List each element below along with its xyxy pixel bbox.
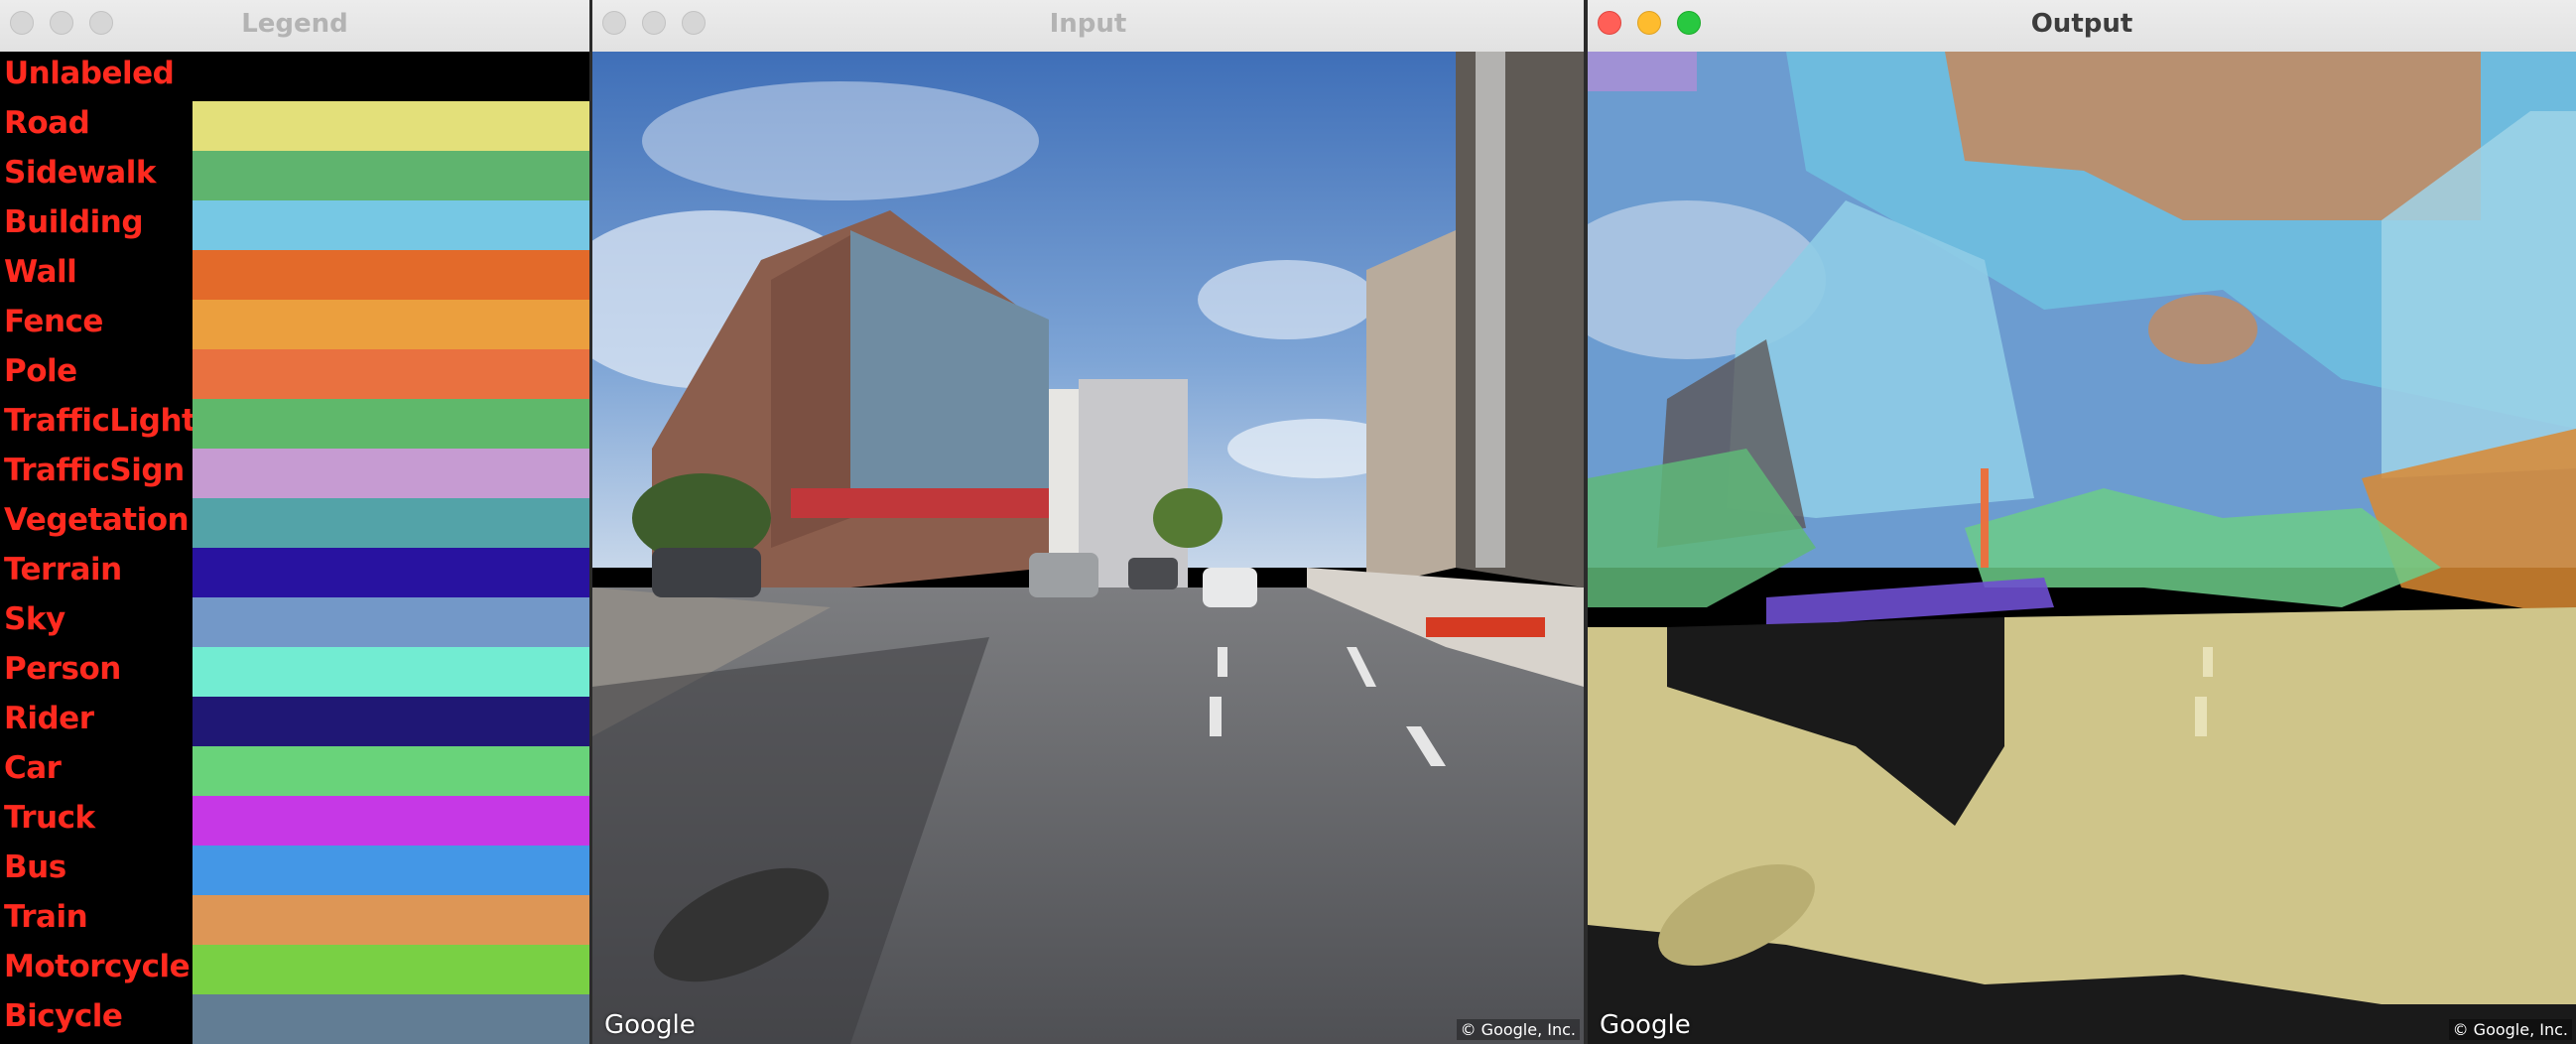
- legend-label: Wall: [4, 254, 77, 290]
- legend-row: Terrain: [0, 548, 589, 597]
- legend-color-swatch: [193, 399, 589, 449]
- legend-color-swatch: [193, 846, 589, 895]
- legend-row: TrafficSign: [0, 449, 589, 498]
- legend-row: Train: [0, 895, 589, 945]
- legend-label: TrafficLight: [4, 403, 196, 439]
- copyright-label: © Google, Inc.: [1456, 1019, 1580, 1040]
- legend-row: Bus: [0, 846, 589, 895]
- output-window: Output Google © Google, Inc.: [1588, 0, 2576, 1044]
- legend-color-swatch: [193, 300, 589, 349]
- legend-row: Sidewalk: [0, 151, 589, 200]
- legend-color-swatch: [193, 498, 589, 548]
- legend-label: Pole: [4, 353, 77, 389]
- legend-label: Fence: [4, 304, 103, 339]
- legend-label: Unlabeled: [4, 56, 175, 91]
- legend-row: Person: [0, 647, 589, 697]
- legend-color-swatch: [193, 449, 589, 498]
- legend-color-swatch: [193, 151, 589, 200]
- legend-color-swatch: [193, 796, 589, 846]
- legend-color-swatch: [193, 994, 589, 1044]
- legend-label: Train: [4, 899, 88, 935]
- input-window: Input Google © Google, Inc.: [592, 0, 1584, 1044]
- window-title: Input: [1049, 9, 1127, 39]
- google-watermark: Google: [604, 1010, 696, 1040]
- legend-row: Unlabeled: [0, 52, 589, 101]
- legend-label: Truck: [4, 800, 95, 836]
- output-image: Google © Google, Inc.: [1588, 52, 2576, 1044]
- legend-label: Sidewalk: [4, 155, 156, 191]
- legend-label: Rider: [4, 701, 94, 736]
- legend-label: Terrain: [4, 552, 122, 587]
- legend-color-swatch: [193, 597, 589, 647]
- legend-row: Rider: [0, 697, 589, 746]
- legend-color-swatch: [193, 746, 589, 796]
- legend-label: Building: [4, 204, 144, 240]
- legend-label: Sky: [4, 601, 65, 637]
- legend-row: Bicycle: [0, 994, 589, 1044]
- copyright-label: © Google, Inc.: [2448, 1019, 2572, 1040]
- legend-window: Legend Unlabeled Road Sidewalk Building Wall…: [0, 0, 589, 1044]
- legend-row: Motorcycle: [0, 945, 589, 994]
- legend-label: Road: [4, 105, 90, 141]
- legend-color-swatch: [193, 101, 589, 151]
- legend-label: Person: [4, 651, 121, 687]
- legend-label: Bus: [4, 849, 66, 885]
- legend-row: Road: [0, 101, 589, 151]
- legend-label: Car: [4, 750, 62, 786]
- output-titlebar[interactable]: Output: [1588, 0, 2576, 53]
- legend-list: Unlabeled Road Sidewalk Building Wall Fence Po…: [0, 52, 589, 1044]
- segmentation-overlay: [1588, 52, 2576, 1044]
- legend-label: Vegetation: [4, 502, 190, 538]
- legend-color-swatch: [193, 895, 589, 945]
- google-watermark: Google: [1600, 1010, 1691, 1040]
- legend-color-swatch: [193, 200, 589, 250]
- legend-row: TrafficLight: [0, 399, 589, 449]
- legend-row: Wall: [0, 250, 589, 300]
- street-photo: [592, 52, 1584, 1044]
- legend-color-swatch: [193, 349, 589, 399]
- legend-color-swatch: [193, 548, 589, 597]
- legend-titlebar[interactable]: Legend: [0, 0, 589, 53]
- legend-row: Building: [0, 200, 589, 250]
- input-image: Google © Google, Inc.: [592, 52, 1584, 1044]
- legend-row: Vegetation: [0, 498, 589, 548]
- legend-label: Motorcycle: [4, 949, 191, 984]
- legend-label: TrafficSign: [4, 453, 185, 488]
- legend-row: Pole: [0, 349, 589, 399]
- legend-row: Sky: [0, 597, 589, 647]
- window-title: Legend: [241, 9, 348, 39]
- legend-color-swatch: [193, 945, 589, 994]
- window-title: Output: [2030, 9, 2133, 39]
- legend-row: Truck: [0, 796, 589, 846]
- legend-color-swatch: [193, 250, 589, 300]
- legend-color-swatch: [193, 647, 589, 697]
- legend-color-swatch: [193, 52, 589, 101]
- legend-row: Fence: [0, 300, 589, 349]
- input-titlebar[interactable]: Input: [592, 0, 1584, 53]
- legend-row: Car: [0, 746, 589, 796]
- legend-label: Bicycle: [4, 998, 123, 1034]
- legend-color-swatch: [193, 697, 589, 746]
